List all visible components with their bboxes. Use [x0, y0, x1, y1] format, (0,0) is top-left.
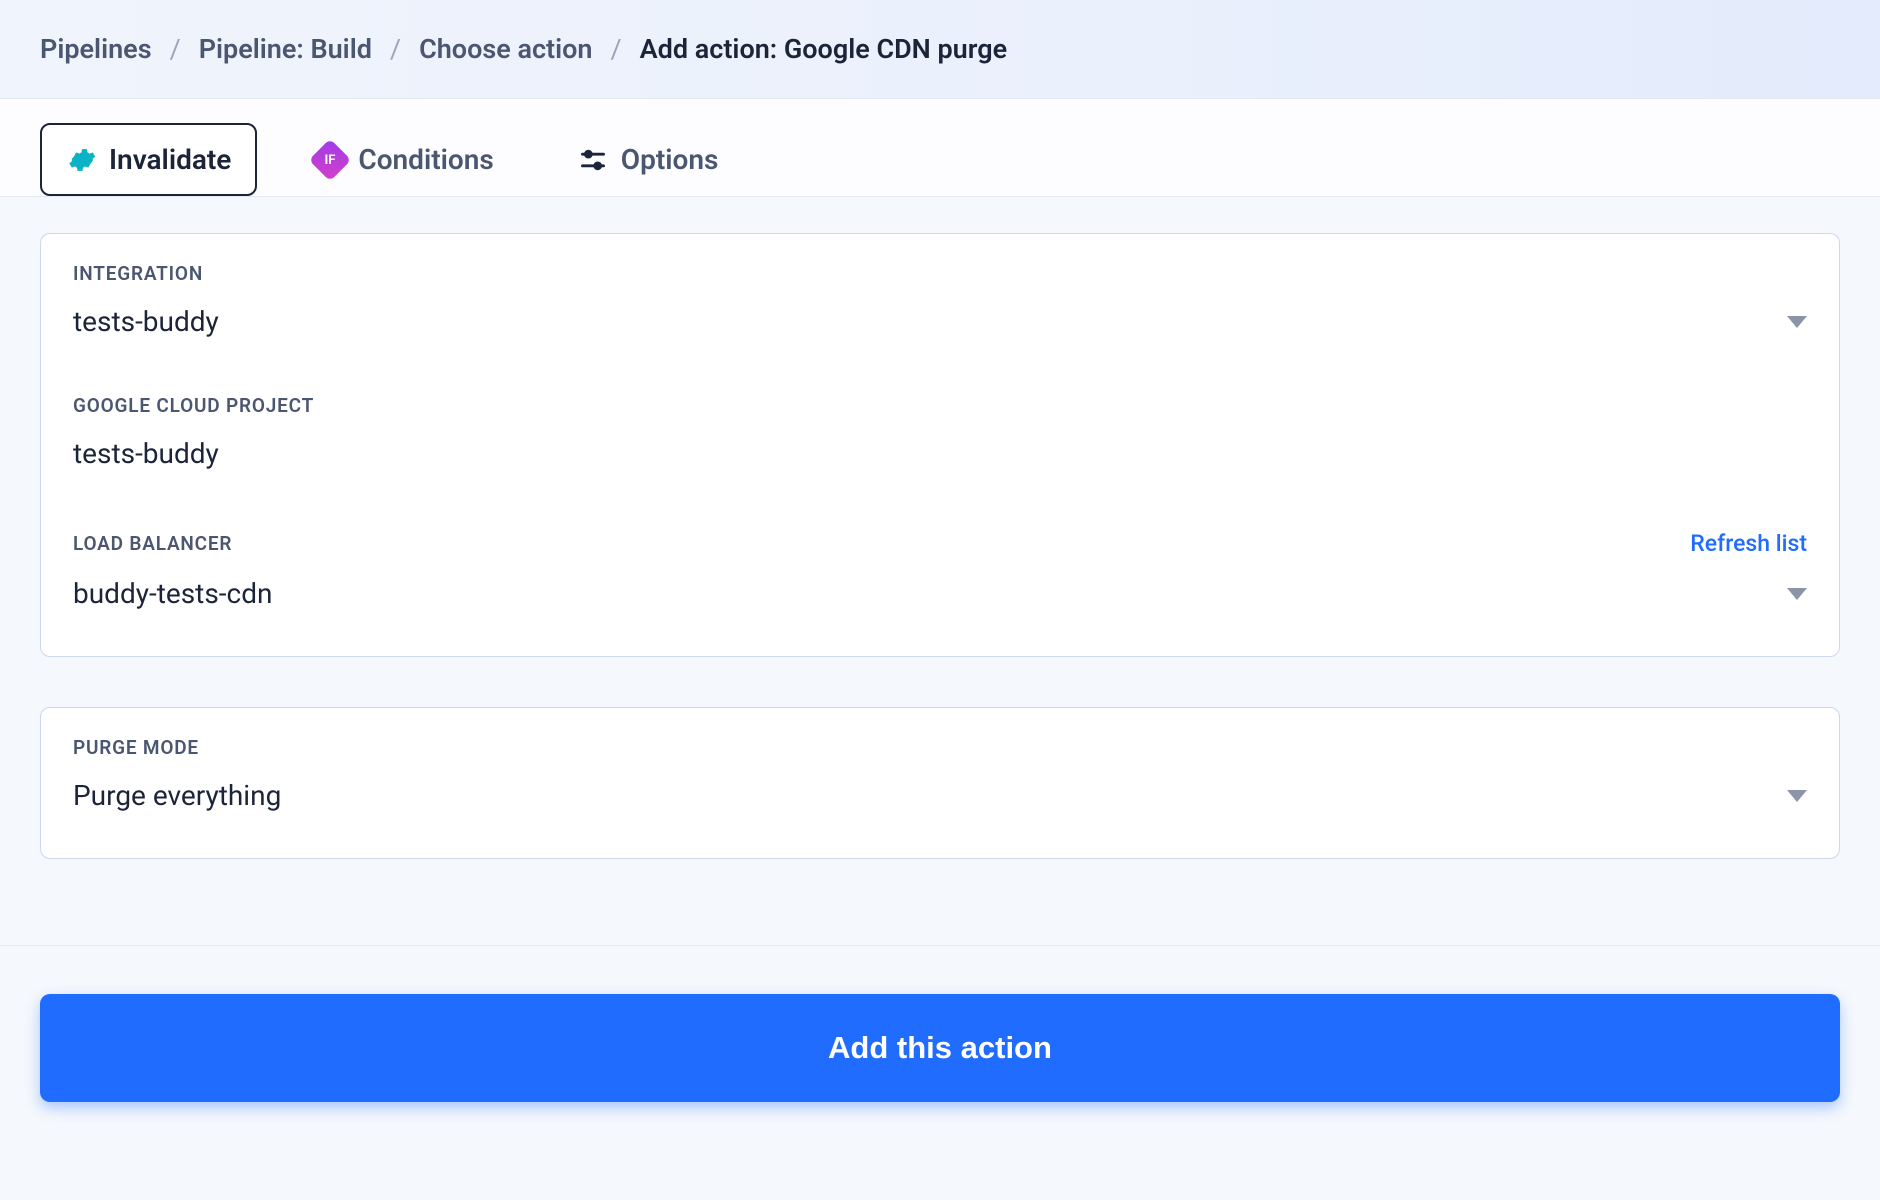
balancer-field: LOAD BALANCER Refresh list buddy-tests-c…	[41, 502, 1839, 656]
balancer-select[interactable]: buddy-tests-cdn	[73, 577, 1807, 628]
breadcrumb-choose-action[interactable]: Choose action	[419, 33, 592, 65]
separator: /	[611, 33, 622, 65]
balancer-label: LOAD BALANCER	[73, 532, 232, 555]
integration-field: INTEGRATION tests-buddy	[41, 234, 1839, 366]
separator: /	[390, 33, 401, 65]
tab-conditions[interactable]: IF Conditions	[289, 123, 519, 196]
tab-options-label: Options	[621, 143, 719, 176]
breadcrumb-current: Add action: Google CDN purge	[640, 33, 1007, 65]
purge-label: PURGE MODE	[73, 736, 199, 759]
tab-conditions-label: Conditions	[358, 143, 493, 176]
purge-field: PURGE MODE Purge everything	[41, 708, 1839, 858]
balancer-value: buddy-tests-cdn	[73, 577, 272, 610]
purge-select[interactable]: Purge everything	[73, 779, 1807, 830]
sliders-icon	[578, 145, 608, 175]
purge-value: Purge everything	[73, 779, 281, 812]
project-value: tests-buddy	[73, 437, 1807, 492]
project-label: GOOGLE CLOUD PROJECT	[73, 394, 314, 417]
tab-options[interactable]: Options	[552, 123, 745, 196]
breadcrumb: Pipelines / Pipeline: Build / Choose act…	[40, 33, 1840, 65]
chevron-down-icon	[1787, 790, 1807, 802]
content: INTEGRATION tests-buddy GOOGLE CLOUD PRO…	[0, 197, 1880, 945]
purge-card: PURGE MODE Purge everything	[40, 707, 1840, 859]
breadcrumb-pipeline-build[interactable]: Pipeline: Build	[199, 33, 372, 65]
integration-select[interactable]: tests-buddy	[73, 305, 1807, 356]
add-action-button[interactable]: Add this action	[40, 994, 1840, 1102]
if-icon: IF	[315, 145, 345, 175]
integration-value: tests-buddy	[73, 305, 219, 338]
tab-invalidate[interactable]: Invalidate	[40, 123, 257, 196]
integration-label: INTEGRATION	[73, 262, 203, 285]
breadcrumb-pipelines[interactable]: Pipelines	[40, 33, 152, 65]
tabs: Invalidate IF Conditions Options	[0, 99, 1880, 197]
project-field: GOOGLE CLOUD PROJECT tests-buddy	[41, 366, 1839, 502]
chevron-down-icon	[1787, 316, 1807, 328]
footer: Add this action	[0, 945, 1880, 1150]
integration-card: INTEGRATION tests-buddy GOOGLE CLOUD PRO…	[40, 233, 1840, 657]
header: Pipelines / Pipeline: Build / Choose act…	[0, 0, 1880, 99]
tab-invalidate-label: Invalidate	[109, 143, 231, 176]
refresh-list-link[interactable]: Refresh list	[1690, 530, 1807, 557]
separator: /	[170, 33, 181, 65]
gear-icon	[66, 145, 96, 175]
chevron-down-icon	[1787, 588, 1807, 600]
